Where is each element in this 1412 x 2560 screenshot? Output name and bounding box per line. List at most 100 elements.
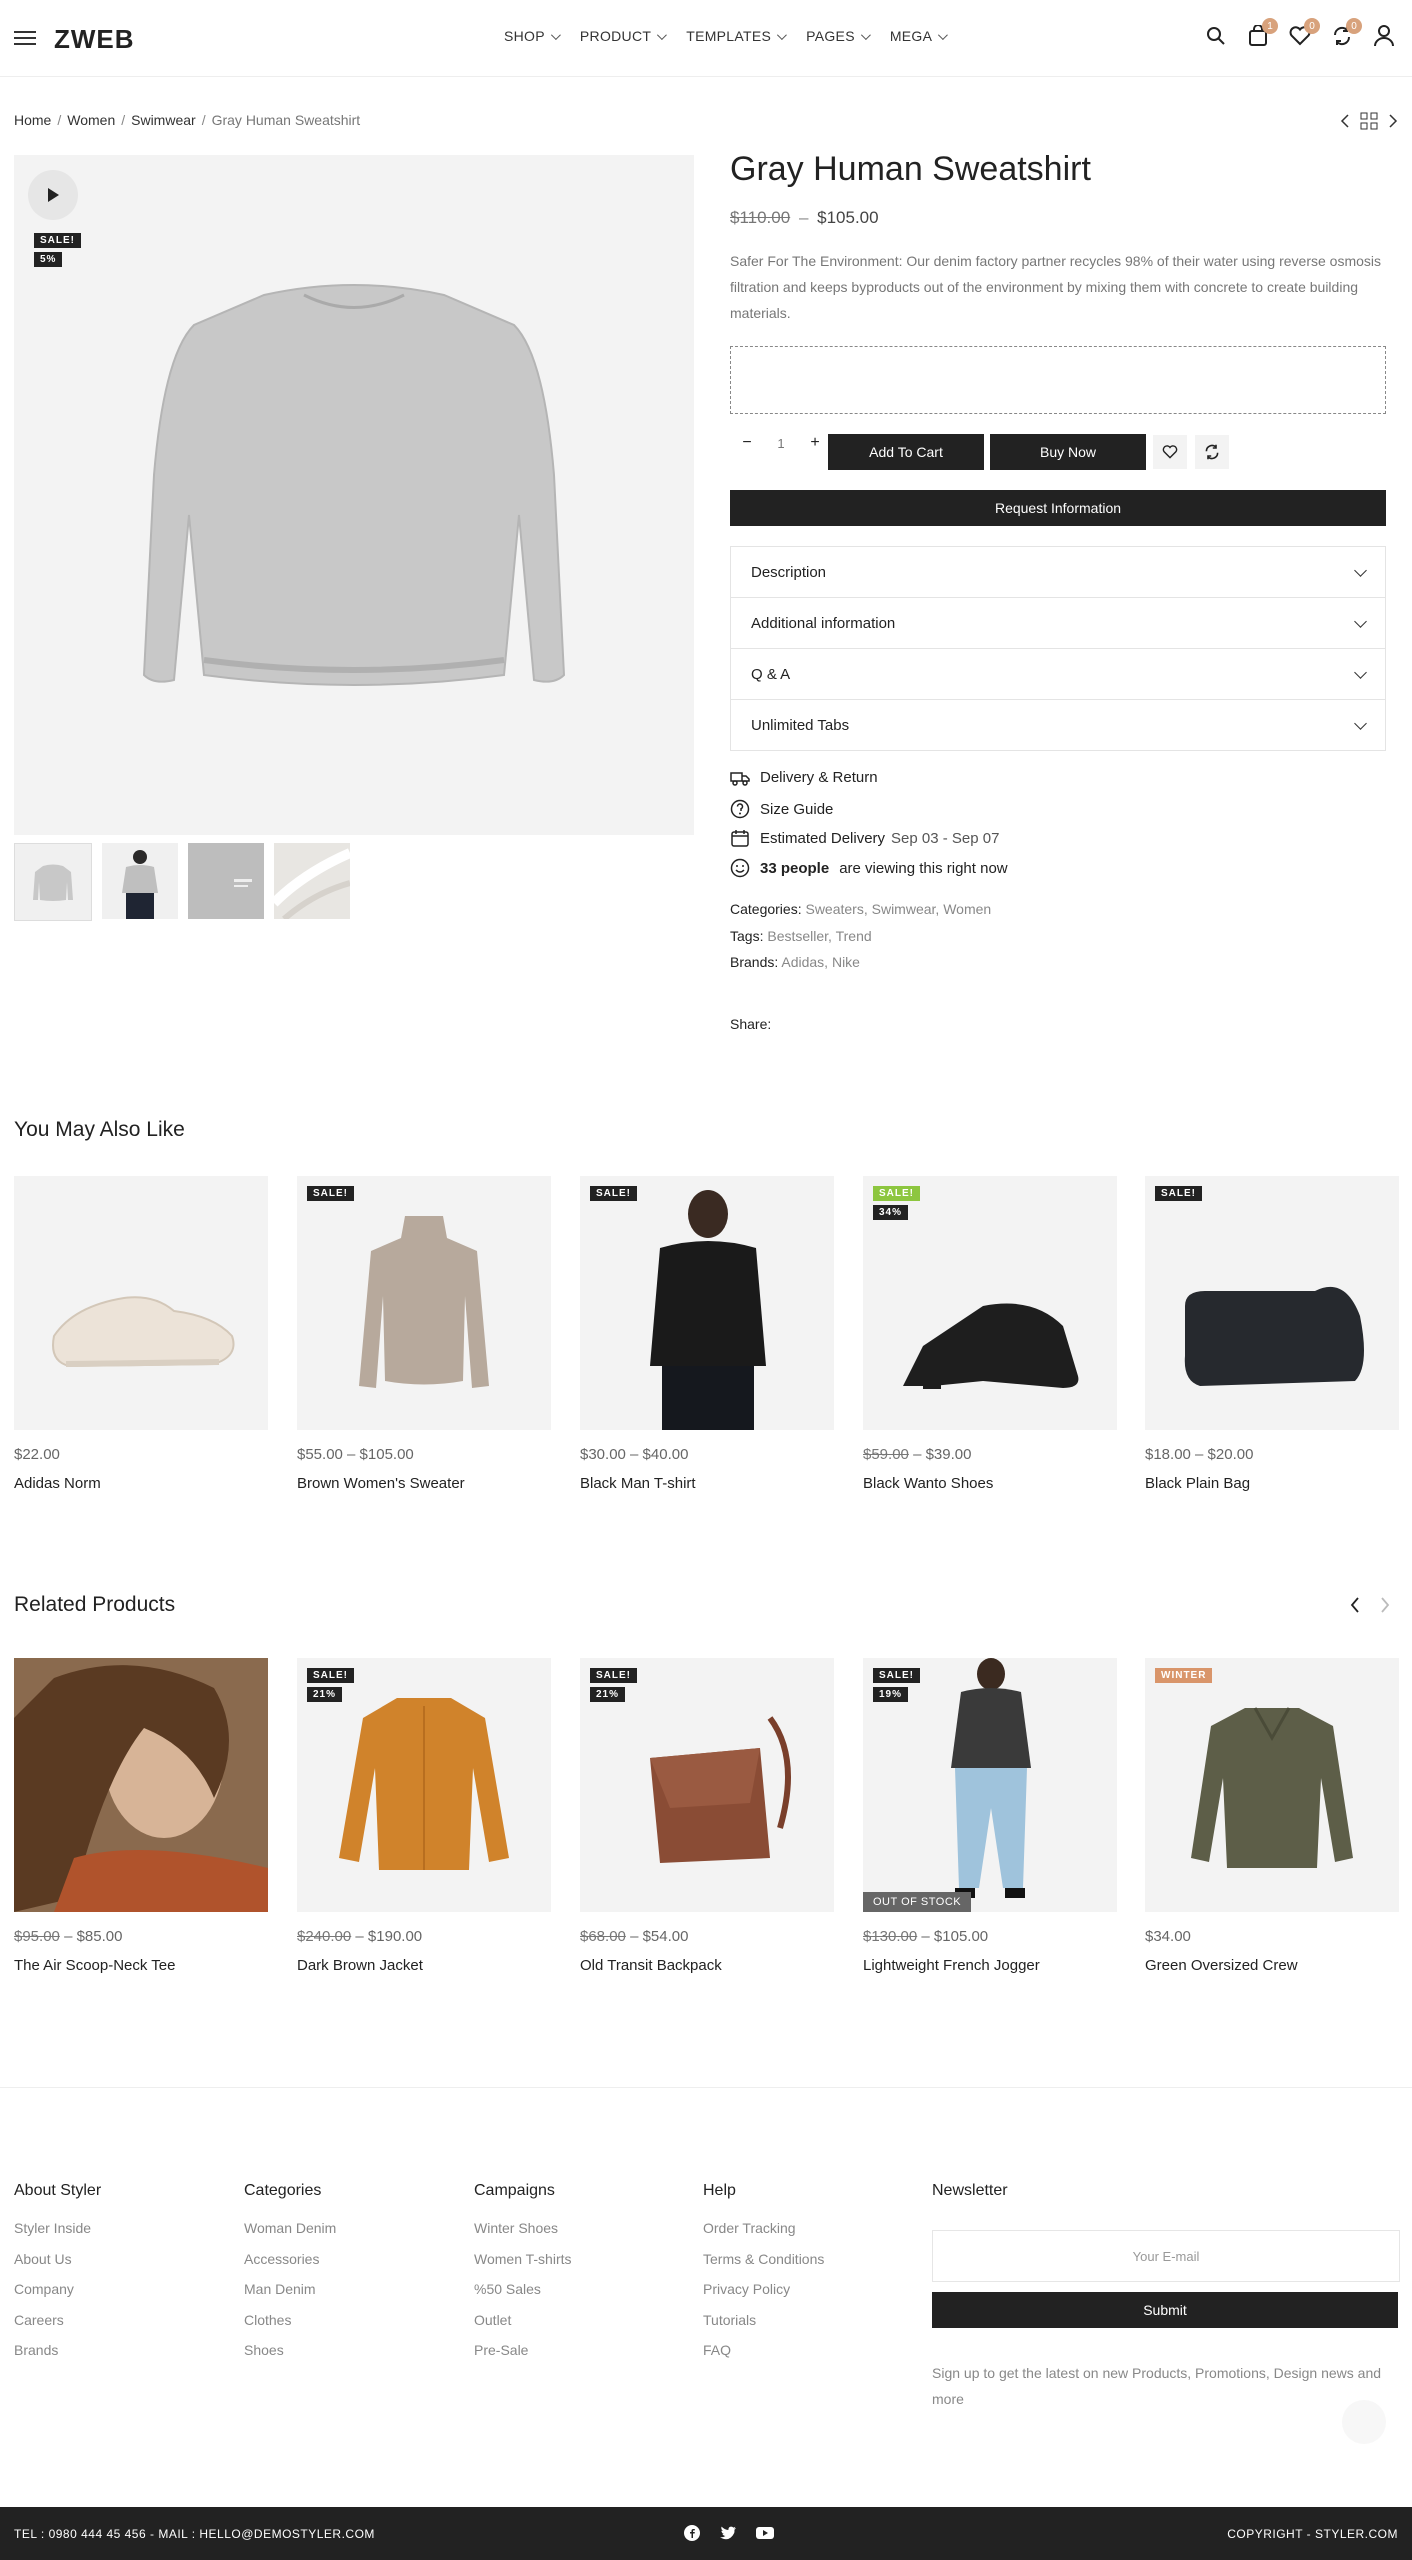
product-name[interactable]: Dark Brown Jacket xyxy=(297,1957,551,1974)
tab-additional-information[interactable]: Additional information xyxy=(730,598,1386,649)
breadcrumb-home[interactable]: Home xyxy=(14,112,51,128)
product-card[interactable]: SALE! $30.00 – $40.00 Black Man T-shirt xyxy=(580,1176,834,1492)
product-name[interactable]: The Air Scoop-Neck Tee xyxy=(14,1957,268,1974)
add-to-cart-button[interactable]: Add To Cart xyxy=(828,434,984,470)
footer-link[interactable]: Women T-shirts xyxy=(474,2251,572,2282)
breadcrumb-women[interactable]: Women xyxy=(67,112,115,128)
footer-link[interactable]: Terms & Conditions xyxy=(703,2251,824,2282)
footer-link[interactable]: Outlet xyxy=(474,2312,572,2343)
product-name[interactable]: Black Plain Bag xyxy=(1145,1475,1399,1492)
footer-link[interactable]: %50 Sales xyxy=(474,2281,572,2312)
carousel-next-icon[interactable] xyxy=(1380,1597,1390,1613)
product-name[interactable]: Brown Women's Sweater xyxy=(297,1475,551,1492)
qty-minus-button[interactable]: − xyxy=(730,434,764,452)
footer-link[interactable]: Company xyxy=(14,2281,101,2312)
carousel-prev-icon[interactable] xyxy=(1350,1597,1360,1613)
footer-link[interactable]: Styler Inside xyxy=(14,2220,101,2251)
footer-link[interactable]: Woman Denim xyxy=(244,2220,336,2251)
nav-mega[interactable]: MEGA xyxy=(890,28,949,44)
footer-link[interactable]: Shoes xyxy=(244,2342,336,2373)
product-image[interactable]: SALE! xyxy=(1145,1176,1399,1430)
product-card[interactable]: SALE! $18.00 – $20.00 Black Plain Bag xyxy=(1145,1176,1399,1492)
prev-product-icon[interactable] xyxy=(1340,114,1350,128)
twitter-icon[interactable] xyxy=(720,2526,736,2540)
product-image[interactable] xyxy=(14,1176,268,1430)
footer-link[interactable]: Accessories xyxy=(244,2251,336,2282)
product-image[interactable]: SALE! 21% xyxy=(297,1658,551,1912)
search-icon[interactable] xyxy=(1202,22,1230,50)
product-card[interactable]: SALE! 21% $240.00 – $190.00 Dark Brown Ja… xyxy=(297,1658,551,1974)
product-name[interactable]: Adidas Norm xyxy=(14,1475,268,1492)
nav-product[interactable]: PRODUCT xyxy=(580,28,668,44)
product-image[interactable]: SALE! xyxy=(580,1176,834,1430)
footer-link[interactable]: Tutorials xyxy=(703,2312,824,2343)
tab-qa[interactable]: Q & A xyxy=(730,649,1386,700)
breadcrumb-swimwear[interactable]: Swimwear xyxy=(131,112,196,128)
categories-value[interactable]: Sweaters, Swimwear, Women xyxy=(805,901,991,917)
brands-value[interactable]: Adidas, Nike xyxy=(781,954,860,970)
product-card[interactable]: $22.00 Adidas Norm xyxy=(14,1176,268,1492)
product-image[interactable]: SALE! xyxy=(297,1176,551,1430)
product-name[interactable]: Black Man T-shirt xyxy=(580,1475,834,1492)
scroll-to-top-button[interactable] xyxy=(1342,2400,1386,2444)
product-card[interactable]: WINTER $34.00 Green Oversized Crew xyxy=(1145,1658,1399,1974)
product-name[interactable]: Lightweight French Jogger xyxy=(863,1957,1117,1974)
footer-link[interactable]: Pre-Sale xyxy=(474,2342,572,2373)
product-card[interactable]: SALE! 21% $68.00 – $54.00 Old Transit Bac… xyxy=(580,1658,834,1974)
product-name[interactable]: Green Oversized Crew xyxy=(1145,1957,1399,1974)
footer-link[interactable]: Man Denim xyxy=(244,2281,336,2312)
footer-link[interactable]: Clothes xyxy=(244,2312,336,2343)
nav-shop[interactable]: SHOP xyxy=(504,28,561,44)
product-image[interactable]: SALE! 21% xyxy=(580,1658,834,1912)
grid-icon[interactable] xyxy=(1360,112,1378,130)
product-name[interactable]: Old Transit Backpack xyxy=(580,1957,834,1974)
qty-plus-button[interactable]: + xyxy=(798,434,832,452)
footer-link[interactable]: Privacy Policy xyxy=(703,2281,824,2312)
qty-input[interactable]: 1 xyxy=(764,436,798,451)
thumbnail-2[interactable] xyxy=(102,843,178,919)
footer-link[interactable]: Careers xyxy=(14,2312,101,2343)
size-guide-link[interactable]: Size Guide xyxy=(730,799,833,819)
youtube-icon[interactable] xyxy=(756,2526,774,2540)
product-main-image[interactable] xyxy=(14,155,694,835)
size-guide-label: Size Guide xyxy=(760,800,834,818)
product-image[interactable]: WINTER xyxy=(1145,1658,1399,1912)
next-product-icon[interactable] xyxy=(1388,114,1398,128)
menu-icon[interactable] xyxy=(14,31,36,45)
request-information-button[interactable]: Request Information xyxy=(730,490,1386,526)
product-card[interactable]: $95.00 – $85.00 The Air Scoop-Neck Tee xyxy=(14,1658,268,1974)
product-image[interactable] xyxy=(14,1658,268,1912)
wishlist-icon[interactable]: 0 xyxy=(1286,18,1320,50)
product-image[interactable]: SALE! 19% OUT OF STOCK xyxy=(863,1658,1117,1912)
compare-icon[interactable]: 0 xyxy=(1328,18,1362,50)
nav-templates[interactable]: TEMPLATES xyxy=(686,28,787,44)
buy-now-button[interactable]: Buy Now xyxy=(990,434,1146,470)
product-card[interactable]: SALE! 34% $59.00 – $39.00 Black Wanto Sho… xyxy=(863,1176,1117,1492)
product-name[interactable]: Black Wanto Shoes xyxy=(863,1475,1117,1492)
product-card[interactable]: SALE! $55.00 – $105.00 Brown Women's Swe… xyxy=(297,1176,551,1492)
add-to-wishlist-button[interactable] xyxy=(1153,435,1187,469)
cart-icon[interactable]: 1 xyxy=(1244,18,1278,50)
thumbnail-1[interactable] xyxy=(14,843,92,921)
delivery-return-link[interactable]: Delivery & Return xyxy=(730,769,878,786)
newsletter-submit-button[interactable]: Submit xyxy=(932,2292,1398,2328)
thumbnail-4[interactable] xyxy=(274,843,350,919)
newsletter-email-input[interactable]: Your E-mail xyxy=(932,2230,1400,2282)
footer-link[interactable]: Order Tracking xyxy=(703,2220,824,2251)
facebook-icon[interactable] xyxy=(684,2525,700,2541)
user-icon[interactable] xyxy=(1370,22,1398,50)
tab-unlimited[interactable]: Unlimited Tabs xyxy=(730,700,1386,751)
nav-pages[interactable]: PAGES xyxy=(806,28,871,44)
play-video-button[interactable] xyxy=(28,170,78,220)
product-card[interactable]: SALE! 19% OUT OF STOCK $130.00 – $105.00 … xyxy=(863,1658,1117,1974)
footer-link[interactable]: Brands xyxy=(14,2342,101,2373)
site-logo[interactable]: ZWEB xyxy=(54,24,135,55)
thumbnail-3[interactable] xyxy=(188,843,264,919)
add-to-compare-button[interactable] xyxy=(1195,435,1229,469)
footer-link[interactable]: About Us xyxy=(14,2251,101,2282)
tab-description[interactable]: Description xyxy=(730,546,1386,598)
footer-link[interactable]: FAQ xyxy=(703,2342,824,2373)
tags-value[interactable]: Bestseller, Trend xyxy=(767,928,871,944)
footer-link[interactable]: Winter Shoes xyxy=(474,2220,572,2251)
product-image[interactable]: SALE! 34% xyxy=(863,1176,1117,1430)
